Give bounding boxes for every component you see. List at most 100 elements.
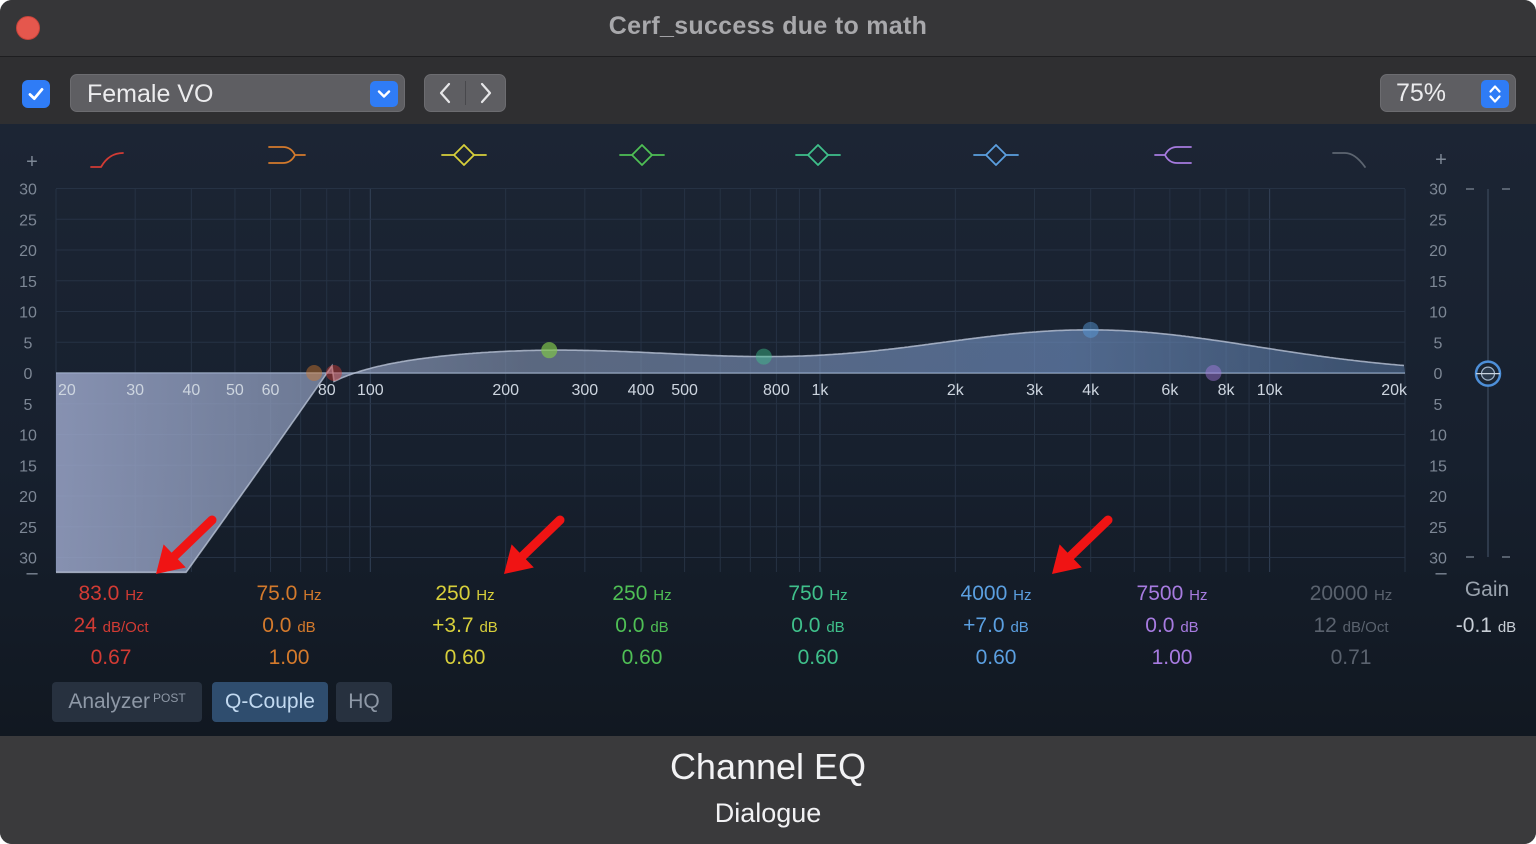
low-shelf-gain-unit: dB: [297, 619, 316, 636]
db-tick-left: 25: [19, 212, 37, 229]
db-tick-left: 20: [19, 489, 37, 506]
preset-dropdown[interactable]: Female VO: [70, 74, 405, 112]
bell-2-q-value[interactable]: 0.60: [562, 646, 722, 670]
high-cut-gain-value[interactable]: 12 dB/Oct: [1271, 614, 1431, 638]
db-tick-left: 0: [24, 366, 33, 383]
next-preset-button[interactable]: [466, 75, 506, 111]
analyzer-mode-label: POST: [153, 691, 186, 705]
db-tick-right: 15: [1429, 274, 1447, 291]
db-tick-right: 25: [1429, 520, 1447, 537]
db-tick-left: 15: [19, 458, 37, 475]
high-shelf-freq-unit: Hz: [1189, 587, 1208, 604]
bell-4-q-value[interactable]: 0.60: [916, 646, 1076, 670]
q-couple-label: Q-Couple: [225, 690, 315, 713]
high-cut-freq-unit: Hz: [1373, 587, 1393, 604]
view-zoom-dropdown[interactable]: 75%: [1380, 74, 1516, 112]
zoom-value: 75%: [1396, 79, 1447, 107]
bell-icon[interactable]: [795, 144, 841, 166]
low-cut-freq-unit: Hz: [125, 587, 144, 604]
low-cut-q-value[interactable]: 0.67: [31, 646, 191, 670]
bell-3-freq: 750: [788, 582, 824, 605]
analyzer-button[interactable]: Analyzer POST: [52, 682, 202, 722]
bell-3-gain-value[interactable]: 0.0 dB: [738, 614, 898, 638]
q-couple-button[interactable]: Q-Couple: [212, 682, 328, 722]
low-shelf-q: 1.00: [268, 646, 310, 669]
bell-4-freq: 4000: [960, 582, 1008, 605]
bell-2-gain: 0.0: [615, 614, 645, 637]
bell-1-freq-value[interactable]: 250 Hz: [385, 582, 545, 606]
output-gain-value[interactable]: -0.1 dB: [1446, 614, 1526, 638]
low-cut-gain: 24: [73, 614, 97, 637]
analyzer-label: Analyzer: [68, 690, 151, 713]
high-shelf-handle[interactable]: [1205, 365, 1222, 381]
minus-marker: –: [1435, 562, 1447, 584]
high-cut-q-value[interactable]: 0.71: [1271, 646, 1431, 670]
low-cut-shape: [90, 152, 124, 168]
eq-graph[interactable]: 30 3025 2520 2015 1510 105 50 05 510 1015 1520 2025…: [0, 124, 1536, 736]
up-down-chevron-icon: [1481, 80, 1509, 108]
db-tick-left: 15: [19, 274, 37, 291]
high-shelf-q-value[interactable]: 1.00: [1092, 646, 1252, 670]
bell-2-gain-value[interactable]: 0.0 dB: [562, 614, 722, 638]
bell-2-freq-value[interactable]: 250 Hz: [562, 582, 722, 606]
frequency-label: 800: [763, 382, 790, 399]
frequency-label: 80: [318, 382, 336, 399]
high-cut-icon[interactable]: [1332, 152, 1366, 168]
db-tick-left: 25: [19, 520, 37, 537]
bell-4-handle[interactable]: [1082, 321, 1099, 338]
low-cut-icon[interactable]: [90, 152, 124, 168]
bell-2-handle[interactable]: [541, 342, 558, 359]
frequency-label: 6k: [1161, 382, 1179, 399]
high-shelf-gain-unit: dB: [1180, 619, 1199, 636]
bell-3-gain: 0.0: [791, 614, 821, 637]
hq-button[interactable]: HQ: [336, 682, 392, 722]
low-cut-freq-value[interactable]: 83.0 Hz: [31, 582, 191, 606]
plugin-enable-checkbox[interactable]: [22, 80, 50, 108]
bell-1-q: 0.60: [444, 646, 486, 669]
bell-1-gain-value[interactable]: +3.7 dB: [385, 614, 545, 638]
db-tick-left: 20: [19, 243, 37, 260]
bell-1-q-value[interactable]: 0.60: [385, 646, 545, 670]
low-shelf-handle[interactable]: [306, 365, 323, 381]
low-shelf-gain-value[interactable]: 0.0 dB: [209, 614, 369, 638]
db-tick-right: 5: [1434, 397, 1443, 414]
high-cut-freq-value[interactable]: 20000 Hz: [1271, 582, 1431, 606]
frequency-label: 20: [58, 382, 76, 399]
high-shelf-icon[interactable]: [1154, 146, 1192, 164]
plugin-name: Channel EQ: [669, 746, 867, 787]
bell-icon[interactable]: [973, 144, 1019, 166]
bell-4-freq-value[interactable]: 4000 Hz: [916, 582, 1076, 606]
low-shelf-icon[interactable]: [268, 146, 306, 164]
low-shelf-shape: [268, 146, 306, 164]
bell-3-q-value[interactable]: 0.60: [738, 646, 898, 670]
plugin-footer: Channel EQ Dialogue: [0, 736, 1536, 844]
low-cut-q: 0.67: [90, 646, 132, 669]
frequency-label: 200: [492, 382, 519, 399]
eq-display: 30 30 25 25 20 20 15 15 10 10 5 5 0 0 5 5 10 10 15 15 20 20 25…: [0, 124, 1536, 736]
low-shelf-freq-value[interactable]: 75.0 Hz: [209, 582, 369, 606]
bell-icon[interactable]: [619, 144, 665, 166]
checkmark-icon: [28, 88, 44, 100]
chevron-left-icon: [439, 82, 451, 104]
frequency-label: 2k: [947, 382, 965, 399]
plus-marker: +: [26, 151, 38, 173]
bell-3-handle[interactable]: [755, 348, 772, 365]
high-shelf-gain-value[interactable]: 0.0 dB: [1092, 614, 1252, 638]
previous-preset-button[interactable]: [425, 75, 465, 111]
low-shelf-freq-unit: Hz: [303, 587, 322, 604]
low-cut-handle[interactable]: [325, 365, 342, 381]
bell-icon[interactable]: [441, 144, 487, 166]
title-bar[interactable]: Cerf_success due to math: [0, 0, 1536, 57]
low-shelf-q-value[interactable]: 1.00: [209, 646, 369, 670]
high-shelf-freq-value[interactable]: 7500 Hz: [1092, 582, 1252, 606]
db-tick-right: 15: [1429, 458, 1447, 475]
high-cut-shape: [1332, 152, 1366, 168]
frequency-label: 1k: [812, 382, 830, 399]
output-gain-knob[interactable]: [1474, 360, 1502, 387]
bell-3-freq-value[interactable]: 750 Hz: [738, 582, 898, 606]
low-cut-gain-value[interactable]: 24 dB/Oct: [31, 614, 191, 638]
preset-name: Female VO: [87, 80, 214, 108]
frequency-label: 4k: [1082, 382, 1100, 399]
frequency-label: 300: [571, 382, 598, 399]
bell-4-gain-value[interactable]: +7.0 dB: [916, 614, 1076, 638]
